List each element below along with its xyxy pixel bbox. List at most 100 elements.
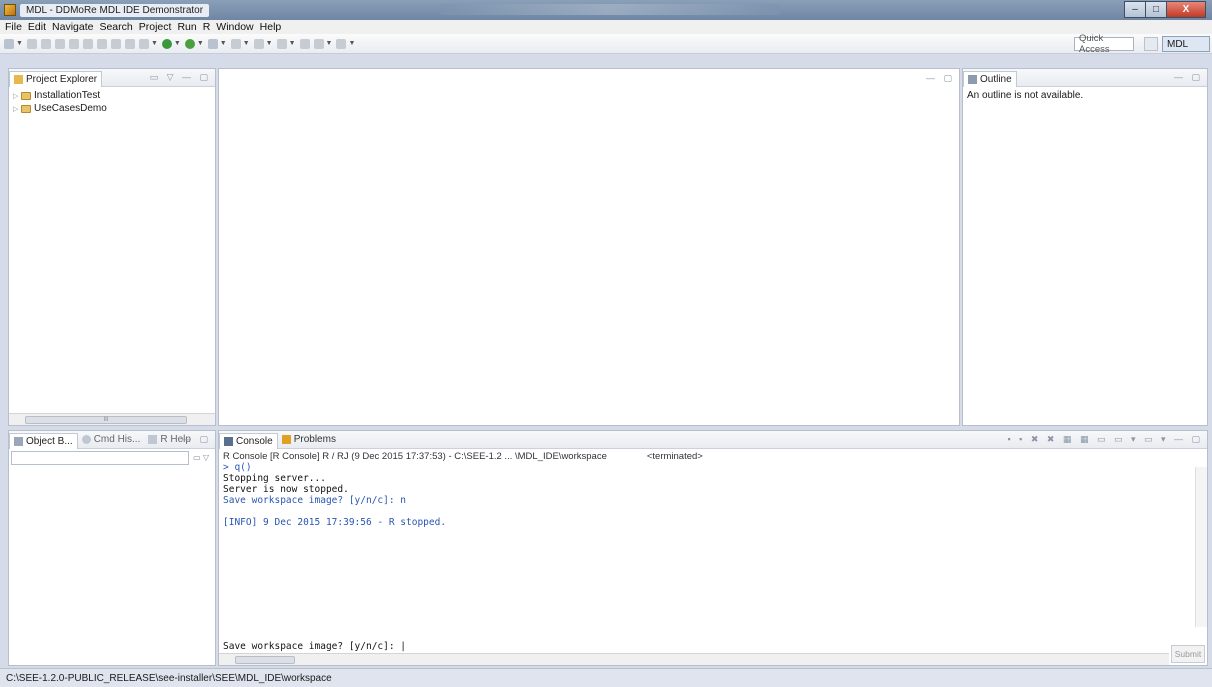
view-controls-icon[interactable]: ▭ ▽ — ▢ <box>150 72 211 83</box>
dropdown-icon[interactable]: ▼ <box>243 40 250 47</box>
tree-item-installation-test[interactable]: ▷ InstallationTest <box>9 89 215 102</box>
filter-options-icon[interactable]: ▭ ▽ <box>193 453 209 462</box>
window-controls: – □ X <box>1124 1 1206 18</box>
nav-icon[interactable] <box>253 38 264 49</box>
menu-file[interactable]: File <box>2 21 25 33</box>
tab-console[interactable]: Console <box>219 432 278 449</box>
save-all-icon[interactable] <box>40 38 51 49</box>
project-explorer-panel: Project Explorer ▭ ▽ — ▢ ▷ InstallationT… <box>8 68 216 426</box>
console-output: > q() Stopping server... Server is now s… <box>219 462 1207 528</box>
help-icon <box>148 435 158 444</box>
tab-problems[interactable]: Problems <box>278 432 340 448</box>
project-tree: ▷ InstallationTest ▷ UseCasesDemo <box>9 87 215 115</box>
tool-icon[interactable] <box>138 38 149 49</box>
object-browser-icon <box>14 436 23 446</box>
tool-icon[interactable] <box>68 38 79 49</box>
dropdown-icon[interactable]: ▼ <box>266 40 273 47</box>
tab-label: Problems <box>293 434 336 445</box>
editor-area[interactable]: — ▢ <box>218 68 960 426</box>
dropdown-icon[interactable]: ▼ <box>151 40 158 47</box>
run-icon[interactable] <box>184 38 195 49</box>
horizontal-scrollbar[interactable]: III <box>9 413 215 425</box>
toolbar: ▼ ▼ ▼ ▼ ▼ ▼ ▼ ▼ ▼ ▼ Quick Access MDL <box>0 33 1212 55</box>
workspace-path: C:\SEE-1.2.0-PUBLIC_RELEASE\see-installe… <box>6 672 332 684</box>
dropdown-icon[interactable]: ▼ <box>220 40 227 47</box>
dropdown-icon[interactable]: ▼ <box>197 40 204 47</box>
scroll-thumb[interactable]: III <box>25 416 187 424</box>
scroll-thumb[interactable] <box>235 656 295 664</box>
close-button[interactable]: X <box>1166 1 1206 18</box>
console-line: > q() <box>223 462 252 473</box>
menu-edit[interactable]: Edit <box>25 21 49 33</box>
menu-window[interactable]: Window <box>213 21 256 33</box>
console-line: Save workspace image? [y/n/c]: n <box>223 495 407 506</box>
menu-bar: File Edit Navigate Search Project Run R … <box>0 20 1212 34</box>
quick-access-input[interactable]: Quick Access <box>1074 33 1134 55</box>
save-icon[interactable] <box>26 38 37 49</box>
maximize-button[interactable]: □ <box>1145 1 1167 18</box>
console-line: Stopping server... <box>223 473 326 484</box>
tool-icon[interactable] <box>82 38 93 49</box>
view-controls-icon[interactable]: — ▢ <box>1174 72 1203 83</box>
submit-button[interactable]: Submit <box>1171 645 1205 663</box>
console-prompt-input[interactable]: Save workspace image? [y/n/c]: | <box>219 641 406 652</box>
back-icon[interactable] <box>299 38 310 49</box>
outline-header: Outline — ▢ <box>963 69 1207 87</box>
dropdown-icon[interactable]: ▼ <box>348 40 355 47</box>
view-controls-icon[interactable]: — ▢ <box>182 434 211 445</box>
menu-run[interactable]: Run <box>174 21 199 33</box>
console-horizontal-scrollbar[interactable] <box>219 653 1169 665</box>
menu-search[interactable]: Search <box>96 21 135 33</box>
editor-controls-icon[interactable]: — ▢ <box>926 73 955 84</box>
console-line: [INFO] 9 Dec 2015 17:39:56 - R stopped. <box>223 517 447 528</box>
dropdown-icon[interactable]: ▼ <box>174 40 181 47</box>
menu-help[interactable]: Help <box>257 21 285 33</box>
app-icon <box>4 4 16 16</box>
console-toolbar-icon[interactable]: ▪ ▪ ✖ ✖ ▦ ▦ ▭ ▭ ▾ ▭ ▾ — ▢ <box>1007 434 1203 445</box>
project-folder-icon <box>21 91 31 100</box>
title-blur <box>440 4 780 15</box>
external-tools-icon[interactable] <box>207 38 218 49</box>
expand-arrow-icon[interactable]: ▷ <box>13 105 21 113</box>
tab-object-browser[interactable]: Object B... <box>9 432 78 449</box>
tab-outline[interactable]: Outline <box>963 70 1017 87</box>
dropdown-icon[interactable]: ▼ <box>16 40 23 47</box>
project-explorer-icon <box>14 74 23 84</box>
tree-item-label: UseCasesDemo <box>34 103 107 114</box>
nav-icon[interactable] <box>276 38 287 49</box>
dropdown-icon[interactable]: ▼ <box>326 40 333 47</box>
menu-project[interactable]: Project <box>136 21 175 33</box>
arrow-icon[interactable] <box>336 38 347 49</box>
project-explorer-header: Project Explorer ▭ ▽ — ▢ <box>9 69 215 87</box>
console-vertical-scrollbar[interactable] <box>1195 467 1207 627</box>
dropdown-icon[interactable]: ▼ <box>289 40 296 47</box>
expand-arrow-icon[interactable]: ▷ <box>13 92 21 100</box>
open-perspective-icon[interactable] <box>1144 37 1158 51</box>
tool-icon[interactable] <box>124 38 135 49</box>
problems-icon <box>281 435 291 444</box>
perspective-label: MDL <box>1167 38 1189 50</box>
tool-icon[interactable] <box>110 38 121 49</box>
tab-label: Project Explorer <box>26 73 98 85</box>
minimize-button[interactable]: – <box>1124 1 1146 18</box>
tab-label: Object B... <box>26 435 73 447</box>
tool-icon[interactable] <box>96 38 107 49</box>
tab-project-explorer[interactable]: Project Explorer <box>9 70 103 87</box>
status-bar: C:\SEE-1.2.0-PUBLIC_RELEASE\see-installe… <box>0 668 1212 687</box>
object-filter-input[interactable] <box>11 451 189 465</box>
pen-icon[interactable] <box>230 38 241 49</box>
new-icon[interactable] <box>4 38 14 49</box>
forward-icon[interactable] <box>313 38 324 49</box>
debug-icon[interactable] <box>161 38 172 49</box>
tree-item-label: InstallationTest <box>34 90 101 101</box>
mdl-perspective-button[interactable]: MDL <box>1162 36 1210 52</box>
menu-r[interactable]: R <box>200 21 214 33</box>
console-header: Console Problems ▪ ▪ ✖ ✖ ▦ ▦ ▭ ▭ ▾ ▭ ▾ —… <box>219 431 1207 449</box>
tab-cmd-history[interactable]: Cmd His... <box>78 432 145 448</box>
object-browser-panel: Object B... Cmd His... R Help — ▢ ▭ ▽ <box>8 430 216 666</box>
print-icon[interactable] <box>54 38 65 49</box>
tree-item-use-cases-demo[interactable]: ▷ UseCasesDemo <box>9 102 215 115</box>
menu-navigate[interactable]: Navigate <box>49 21 96 33</box>
console-status: <terminated> <box>646 451 703 462</box>
